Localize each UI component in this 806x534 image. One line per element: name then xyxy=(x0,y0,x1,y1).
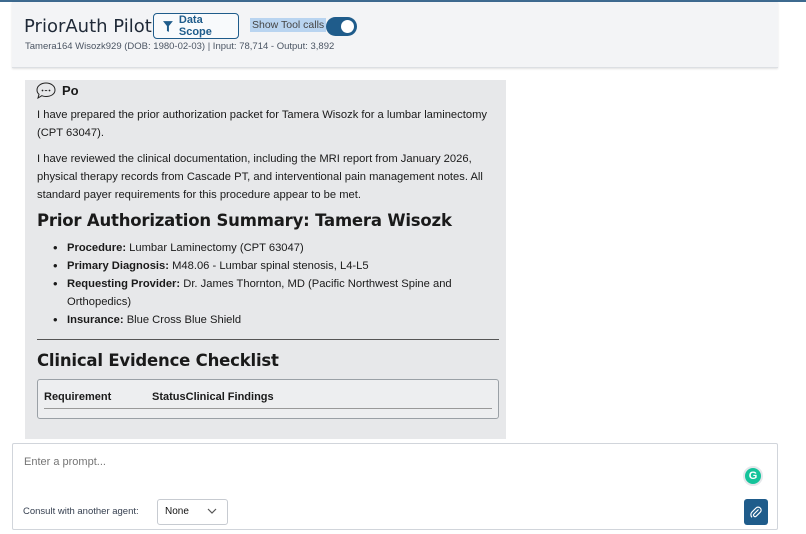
summary-heading: Prior Authorization Summary: Tamera Wiso… xyxy=(37,211,452,230)
intro-paragraph: I have prepared the prior authorization … xyxy=(37,109,487,139)
list-item: Insurance: Blue Cross Blue Shield xyxy=(49,311,499,329)
message-body: I have prepared the prior authorization … xyxy=(37,106,499,419)
app-title: PriorAuth Pilot xyxy=(24,16,152,37)
chat-bubble-icon xyxy=(36,82,56,99)
table-header-findings: Clinical Findings xyxy=(185,391,274,403)
agent-name: Po xyxy=(62,83,79,98)
list-item: Procedure: Lumbar Laminectomy (CPT 63047… xyxy=(49,239,499,257)
summary-list: Procedure: Lumbar Laminectomy (CPT 63047… xyxy=(49,239,499,329)
assistant-message: Po I have prepared the prior authorizati… xyxy=(25,80,506,439)
consult-agent-value: None xyxy=(165,506,189,517)
patient-info-line: Tamera164 Wisozk929 (DOB: 1980-02-03) | … xyxy=(25,41,335,52)
show-tool-calls-toggle[interactable] xyxy=(326,17,357,36)
paperclip-icon xyxy=(750,506,762,518)
section-divider xyxy=(37,339,499,340)
review-paragraph: I have reviewed the clinical documentati… xyxy=(37,153,483,201)
attach-button[interactable] xyxy=(744,499,768,525)
checklist-heading: Clinical Evidence Checklist xyxy=(37,351,279,370)
message-header: Po xyxy=(36,82,79,99)
data-scope-button[interactable]: Data Scope xyxy=(153,13,239,39)
consult-label: Consult with another agent: xyxy=(23,506,139,517)
toggle-knob xyxy=(341,20,354,33)
table-header-row: Requirement Status Clinical Findings xyxy=(44,388,492,409)
consult-agent-select[interactable]: None xyxy=(157,499,228,525)
grammarly-icon[interactable]: G xyxy=(743,466,763,486)
list-item: Requesting Provider: Dr. James Thornton,… xyxy=(49,275,499,311)
prompt-input[interactable] xyxy=(24,456,624,468)
list-item: Primary Diagnosis: M48.06 - Lumbar spina… xyxy=(49,257,499,275)
data-scope-label: Data Scope xyxy=(178,14,212,38)
filter-icon xyxy=(163,20,173,32)
checklist-table: Requirement Status Clinical Findings xyxy=(37,379,499,419)
table-header-status: Status xyxy=(152,391,186,403)
app-header: PriorAuth Pilot Data Scope Show Tool cal… xyxy=(12,2,778,68)
chevron-down-icon xyxy=(207,508,217,514)
show-tool-calls-label: Show Tool calls xyxy=(250,18,327,32)
prompt-panel: G Consult with another agent: None xyxy=(12,443,778,530)
table-header-requirement: Requirement xyxy=(44,391,112,403)
